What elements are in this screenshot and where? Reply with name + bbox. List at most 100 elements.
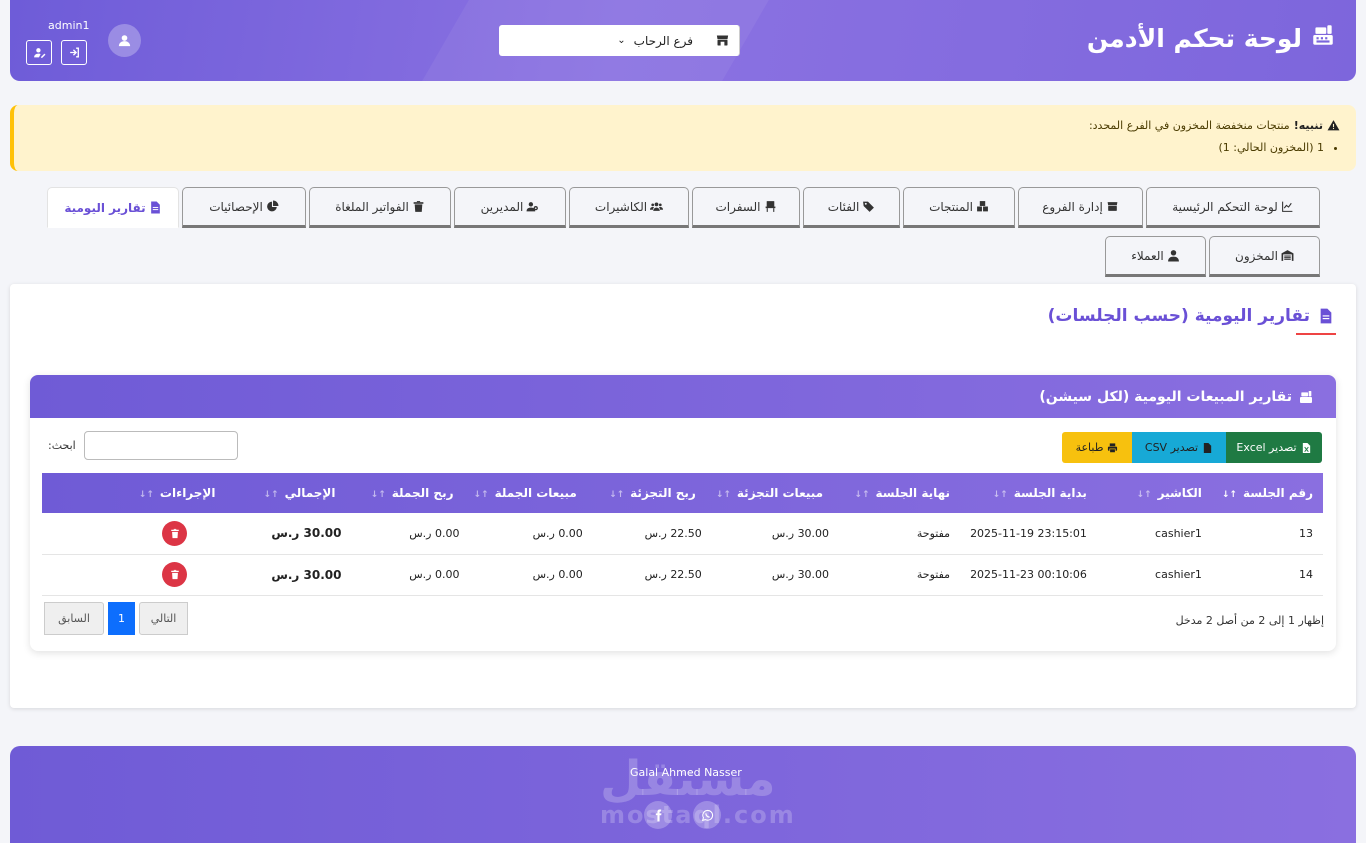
cell-retail-profit: 22.50 ر.س [586,554,706,596]
cell-retail-sales: 30.00 ر.س [705,554,834,596]
col-total[interactable]: الإجمالي ↑↓ [225,473,345,513]
cell-session-id: 13 [1211,513,1323,555]
col-retail-sales[interactable]: مبيعات التجزئة↑↓ [706,473,833,513]
tab-cancelled-invoices[interactable]: الفواتير الملغاة [309,187,451,228]
col-end[interactable]: نهاية الجلسة ↑↓ [833,473,960,513]
col-actions[interactable]: الإجراءات↑↓ [42,473,225,513]
pie-chart-icon [266,200,279,212]
delete-button[interactable] [162,520,187,546]
search-label: ابحث: [48,439,76,452]
facebook-link[interactable] [644,801,672,829]
report-card-title: تقارير المبيعات اليومية (لكل سيشن) [1039,388,1292,405]
watermark-logo: مستقل [600,751,776,807]
page-title-text: تقارير اليومية (حسب الجلسات) [1047,306,1310,326]
alert-message: منتجات منخفضة المخزون في الفرع المحدد: [1088,119,1290,132]
pagination: السابق 1 التالي [44,602,188,635]
print-icon [1108,442,1118,453]
cell-end: مفتوحة [833,513,961,555]
col-session-id-label: رقم الجلسة [1242,486,1313,500]
facebook-icon [655,809,661,821]
tab-categories[interactable]: الفئات [803,187,900,228]
export-excel-button[interactable]: تصدير Excel [1226,432,1322,463]
col-wholesale-profit-label: ربح الجملة [391,486,454,500]
tab-branches[interactable]: إدارة الفروع [1018,187,1143,228]
col-start[interactable]: بداية الجلسة↑↓ [960,473,1097,513]
export-csv-button[interactable]: تصدير CSV [1132,432,1226,463]
sort-icon: ↑↓ [715,490,733,500]
sessions-table: رقم الجلسة↑↓ الكاشير↑↓ بداية الجلسة↑↓ نه… [42,473,1323,596]
whatsapp-link[interactable] [693,801,721,829]
avatar[interactable] [108,24,141,57]
tab-products[interactable]: المنتجات [903,187,1015,228]
col-total-label: الإجمالي [284,486,336,500]
col-cashier[interactable]: الكاشير↑↓ [1097,473,1212,513]
profile-edit-button[interactable] [26,40,52,65]
report-card: تقارير المبيعات اليومية (لكل سيشن) تصدير… [30,375,1336,651]
logout-button[interactable] [61,40,87,65]
store-icon [1107,202,1118,211]
tab-statistics-label: الإحصائيات [209,199,263,214]
col-retail-profit[interactable]: ربح التجزئة ↑↓ [587,473,706,513]
sort-icon: ↑↓ [992,490,1010,500]
export-excel-label: تصدير Excel [1236,441,1297,454]
cell-cashier: cashier1 [1096,554,1212,596]
col-actions-label: الإجراءات [159,486,216,500]
cell-start: 2025-11-23 00:10:06 [960,554,1097,596]
branch-select[interactable]: فرع الرحاب ⌄ [499,25,705,56]
search-input[interactable] [83,431,238,460]
app-title: لوحة تحكم الأدمن [1087,22,1336,54]
delete-button[interactable] [162,562,187,587]
table-row: 14 cashier1 2025-11-23 00:10:06 مفتوحة 3… [42,554,1323,596]
pagination-next[interactable]: التالي [139,602,188,635]
tags-icon [863,201,875,212]
sort-icon: ↑↓ [1136,490,1154,500]
app-title-text: لوحة تحكم الأدمن [1086,23,1302,53]
cell-retail-sales: 30.00 ر.س [705,513,834,555]
top-header: لوحة تحكم الأدمن فرع الرحاب ⌄ admin1 [10,0,1356,81]
col-cashier-label: الكاشير [1157,486,1202,500]
branch-select-value: فرع الرحاب [633,33,693,48]
col-wholesale-sales-label: مبيعات الجملة [494,486,577,500]
cell-total: 30.00 ر.س [225,513,346,555]
tab-customers[interactable]: العملاء [1105,236,1206,277]
branch-store-button[interactable] [705,25,740,56]
sign-out-icon [69,47,79,58]
footer-author: Galal Ahmed Nasser [630,766,742,779]
pagination-page[interactable]: 1 [108,602,135,635]
low-stock-alert: تنبيه! منتجات منخفضة المخزون في الفرع ال… [10,105,1356,171]
main-content: تقارير اليومية (حسب الجلسات) تقارير المب… [10,284,1356,708]
sort-icon: ↑↓ [854,490,871,500]
cell-actions [42,554,226,596]
cell-wholesale-profit: 0.00 ر.س [345,513,464,555]
cell-wholesale-sales: 0.00 ر.س [463,554,587,596]
tab-statistics[interactable]: الإحصائيات [182,187,306,228]
tab-tables-label: السفرات [715,199,761,214]
col-wholesale-profit[interactable]: ربح الجملة↑↓ [345,473,463,513]
table-info: إظهار 1 إلى 2 من أصل 2 مدخل [1175,614,1324,627]
cell-wholesale-profit: 0.00 ر.س [345,554,464,596]
tab-cashiers[interactable]: الكاشيرات [569,187,689,228]
col-wholesale-sales[interactable]: مبيعات الجملة ↑↓ [463,473,586,513]
store-icon [716,35,728,46]
file-csv-icon [1203,442,1212,453]
cash-register-icon [1300,390,1312,403]
print-button[interactable]: طباعة [1062,432,1132,463]
cell-total: 30.00 ر.س [225,554,346,596]
tab-customers-label: العملاء [1131,248,1164,263]
tab-managers[interactable]: المديرين [454,187,566,228]
tab-tables[interactable]: السفرات [692,187,800,228]
tab-dashboard[interactable]: لوحة التحكم الرئيسية [1146,187,1320,228]
pagination-prev[interactable]: السابق [44,602,104,635]
username: admin1 [48,19,90,32]
alert-label: تنبيه! [1293,119,1323,132]
tab-daily-reports[interactable]: تقارير اليومية [47,187,179,228]
sort-icon: ↑↓ [473,490,490,500]
file-icon [150,201,160,214]
trash-icon [413,201,424,212]
warning-icon [1327,120,1340,131]
col-session-id[interactable]: رقم الجلسة↑↓ [1212,473,1323,513]
tab-inventory[interactable]: المخزون [1209,236,1320,277]
print-label: طباعة [1075,441,1104,454]
page-title: تقارير اليومية (حسب الجلسات) [1048,306,1334,326]
cell-session-id: 14 [1211,554,1323,596]
